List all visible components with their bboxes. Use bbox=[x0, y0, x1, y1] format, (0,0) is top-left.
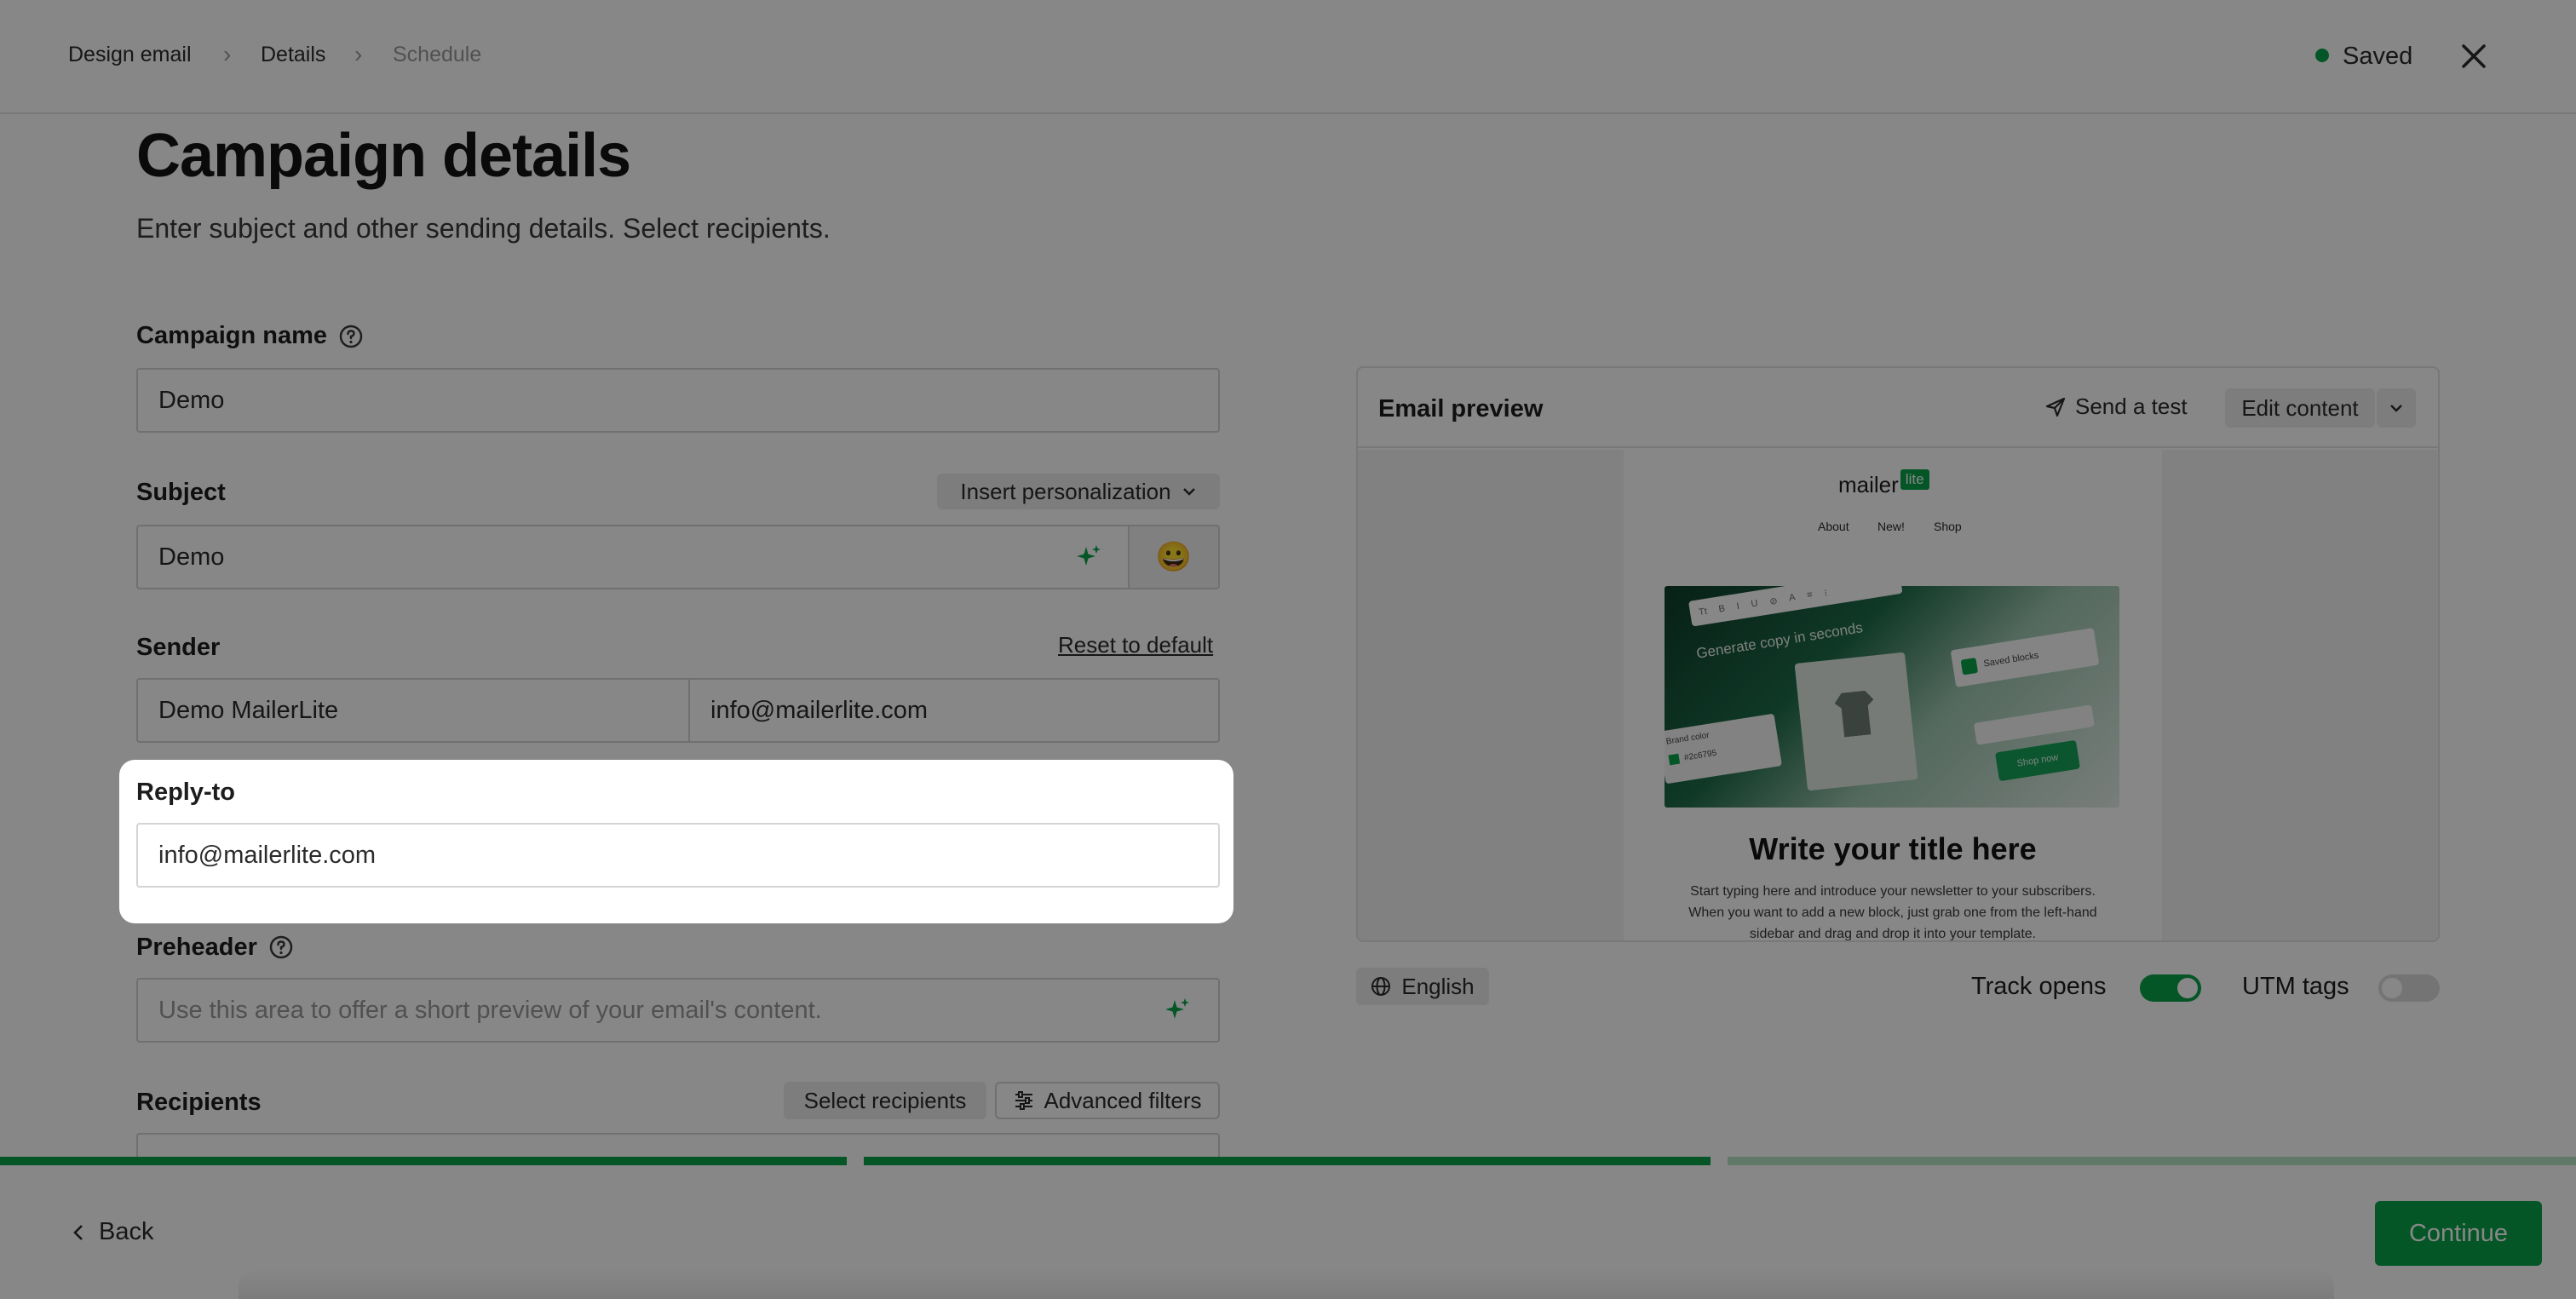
filter-sliders-icon bbox=[1015, 1091, 1032, 1110]
emoji-picker-button[interactable]: 😀 bbox=[1128, 525, 1220, 589]
logo-badge: lite bbox=[1900, 469, 1929, 490]
email-hero-image: Tt B I U ⊘ A ≡ ⁝ Generate copy in seconds Saved… bbox=[1665, 586, 2119, 808]
track-opens-toggle[interactable] bbox=[2140, 974, 2201, 1002]
help-icon[interactable] bbox=[338, 324, 364, 349]
progress-step-design bbox=[0, 1157, 847, 1165]
globe-icon bbox=[1371, 977, 1391, 996]
continue-label: Continue bbox=[2408, 1219, 2509, 1247]
top-bar bbox=[0, 0, 2576, 114]
breadcrumb-separator-icon: › bbox=[354, 41, 363, 67]
reply-to-label: Reply-to bbox=[136, 779, 235, 806]
preheader-label: Preheader bbox=[136, 934, 257, 961]
advanced-filters-label: Advanced filters bbox=[1044, 1087, 1202, 1113]
ai-sparkle-icon[interactable] bbox=[1164, 997, 1191, 1024]
logo-text: mailer bbox=[1838, 472, 1899, 497]
breadcrumb-details[interactable]: Details bbox=[261, 43, 325, 67]
toggle-knob bbox=[2177, 978, 2198, 998]
send-test-label: Send a test bbox=[2075, 394, 2188, 419]
chevron-left-icon bbox=[73, 1224, 83, 1240]
track-opens-label: Track opens bbox=[1971, 973, 2107, 1000]
utm-tags-label: UTM tags bbox=[2242, 973, 2349, 1000]
help-icon[interactable] bbox=[268, 934, 294, 960]
saved-status-label: Saved bbox=[2343, 43, 2413, 70]
recipients-label: Recipients bbox=[136, 1089, 262, 1116]
progress-step-schedule bbox=[1728, 1157, 2576, 1165]
email-body-text: Start typing here and introduce your new… bbox=[1688, 884, 2097, 941]
hero-shop-now-button: Shop now bbox=[1994, 739, 2081, 782]
advanced-filters-button[interactable]: Advanced filters bbox=[995, 1082, 1220, 1119]
insert-personalization-label: Insert personalization bbox=[960, 478, 1171, 504]
subject-input-value: Demo bbox=[158, 543, 225, 571]
email-nav-about: About bbox=[1818, 520, 1849, 533]
language-button[interactable]: English bbox=[1356, 968, 1489, 1005]
toggle-knob bbox=[2382, 978, 2402, 998]
subject-input[interactable]: Demo bbox=[136, 525, 1128, 589]
sender-label: Sender bbox=[136, 634, 221, 661]
utm-tags-toggle[interactable] bbox=[2378, 974, 2440, 1002]
recipients-field[interactable] bbox=[136, 1133, 1220, 1158]
hero-shop-now-label: Shop now bbox=[2015, 752, 2060, 769]
hero-saved-blocks-label: Saved blocks bbox=[1982, 650, 2040, 670]
hero-product-card bbox=[1794, 652, 1918, 791]
chevron-down-icon bbox=[2390, 405, 2402, 412]
reset-to-default-link[interactable]: Reset to default bbox=[1058, 632, 1213, 658]
emoji-icon: 😀 bbox=[1155, 541, 1193, 573]
sender-name-input[interactable]: Demo MailerLite bbox=[136, 678, 690, 743]
send-test-button[interactable]: Send a test bbox=[2044, 394, 2188, 420]
paper-plane-icon bbox=[2045, 397, 2066, 417]
email-title: Write your title here bbox=[1749, 831, 2037, 866]
email-nav-new: New! bbox=[1877, 520, 1905, 533]
hero-saved-blocks-card: Saved blocks bbox=[1950, 627, 2100, 688]
back-button[interactable]: Back bbox=[72, 1218, 153, 1246]
select-recipients-button[interactable]: Select recipients bbox=[784, 1082, 986, 1119]
ai-sparkle-icon[interactable] bbox=[1075, 543, 1102, 571]
sender-email-input[interactable]: info@mailerlite.com bbox=[688, 678, 1220, 743]
edit-content-button[interactable]: Edit content bbox=[2225, 388, 2375, 428]
email-nav-shop: Shop bbox=[1934, 520, 1962, 533]
close-icon[interactable] bbox=[2457, 39, 2491, 73]
subject-label: Subject bbox=[136, 479, 226, 506]
language-label: English bbox=[1401, 973, 1475, 999]
insert-personalization-button[interactable]: Insert personalization bbox=[937, 474, 1220, 509]
campaign-name-input[interactable]: Demo bbox=[136, 368, 1220, 433]
email-sheet: mailer lite About New! Shop Tt B I U ⊘ A ≡ ⁝ Gen… bbox=[1624, 450, 2162, 941]
select-recipients-label: Select recipients bbox=[803, 1087, 967, 1113]
hero-toolbar-graphic: Tt B I U ⊘ A ≡ ⁝ bbox=[1688, 586, 1903, 627]
hero-generate-copy-text: Generate copy in seconds bbox=[1695, 619, 1865, 662]
breadcrumb-design-email[interactable]: Design email bbox=[68, 43, 192, 67]
campaign-name-label: Campaign name bbox=[136, 322, 327, 349]
breadcrumb-separator-icon: › bbox=[223, 41, 232, 67]
email-preview-title: Email preview bbox=[1378, 395, 1544, 422]
edit-content-label: Edit content bbox=[2241, 394, 2359, 421]
chevron-down-icon bbox=[1182, 488, 1195, 496]
saved-status-dot bbox=[2315, 49, 2329, 62]
mailerlite-logo: mailer lite bbox=[1838, 469, 1929, 498]
hero-align-toolbar-graphic bbox=[1973, 704, 2096, 745]
breadcrumb-schedule[interactable]: Schedule bbox=[393, 43, 481, 67]
progress-step-details bbox=[864, 1157, 1711, 1165]
page-subtitle: Enter subject and other sending details.… bbox=[136, 213, 831, 244]
back-label: Back bbox=[99, 1218, 154, 1245]
continue-button[interactable]: Continue bbox=[2375, 1201, 2542, 1266]
preheader-input[interactable]: Use this area to offer a short preview o… bbox=[136, 978, 1220, 1043]
hero-brand-color-card: Brand color #2c6795 bbox=[1665, 713, 1782, 785]
email-preview-card: Email preview Send a test Edit content m… bbox=[1356, 366, 2440, 942]
email-preview-canvas: mailer lite About New! Shop Tt B I U ⊘ A ≡ ⁝ Gen… bbox=[1358, 450, 2438, 941]
email-preview-header: Email preview Send a test Edit content bbox=[1358, 368, 2438, 448]
footer-shadow bbox=[239, 1269, 2334, 1299]
reply-to-input[interactable]: info@mailerlite.com bbox=[136, 823, 1220, 888]
tshirt-icon bbox=[1833, 690, 1877, 739]
page-title: Campaign details bbox=[136, 122, 631, 190]
edit-content-dropdown-button[interactable] bbox=[2377, 388, 2416, 428]
hero-brand-color-hex: #2c6795 bbox=[1683, 748, 1717, 763]
